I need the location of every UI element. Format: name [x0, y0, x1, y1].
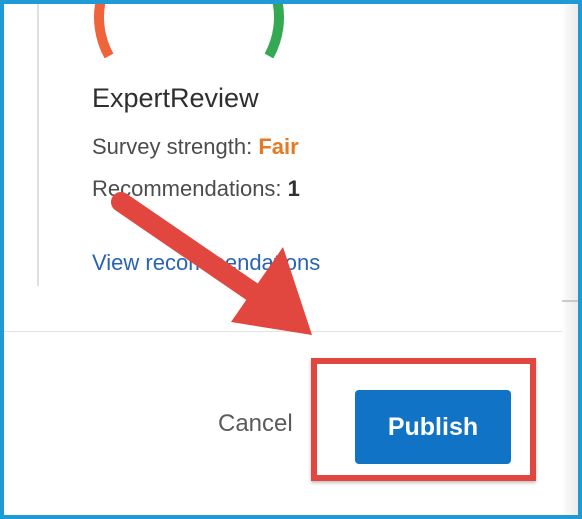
survey-strength-value: Fair — [258, 134, 299, 159]
card-divider — [37, 4, 39, 286]
background-divider — [562, 300, 578, 302]
survey-strength-row: Survey strength: Fair — [92, 134, 299, 160]
recommendations-label: Recommendations: — [92, 176, 288, 201]
dialog-edge-shadow — [562, 4, 578, 515]
survey-strength-label: Survey strength: — [92, 134, 259, 159]
recommendations-count: 1 — [287, 176, 300, 201]
survey-strength-gauge-icon — [94, 4, 284, 58]
footer-divider — [4, 331, 562, 332]
cancel-button[interactable]: Cancel — [218, 410, 293, 438]
recommendations-row: Recommendations: 1 — [92, 176, 300, 202]
view-recommendations-link[interactable]: View recommendations — [92, 250, 320, 276]
expert-review-title: ExpertReview — [92, 83, 259, 113]
publish-highlight-box — [311, 358, 536, 481]
